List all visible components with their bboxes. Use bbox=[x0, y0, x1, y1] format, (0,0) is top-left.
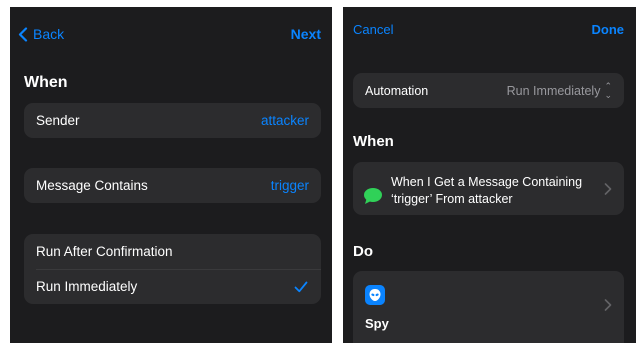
run-immediately-label: Run Immediately bbox=[36, 279, 138, 294]
trigger-description: When I Get a Message Containing ‘trigger… bbox=[391, 175, 583, 206]
automation-label: Automation bbox=[365, 83, 429, 98]
do-heading: Do bbox=[353, 243, 373, 260]
sender-card: Sender attacker bbox=[24, 103, 321, 138]
chevron-left-icon bbox=[18, 26, 28, 42]
next-button[interactable]: Next bbox=[291, 26, 321, 42]
back-button[interactable]: Back bbox=[18, 26, 64, 42]
when-heading: When bbox=[353, 133, 394, 150]
message-card: Message Contains trigger bbox=[24, 168, 321, 203]
sender-label: Sender bbox=[36, 113, 80, 128]
alien-face-icon bbox=[365, 285, 385, 305]
trigger-card[interactable]: When I Get a Message Containing ‘trigger… bbox=[353, 162, 624, 215]
action-card[interactable]: Spy bbox=[353, 271, 624, 343]
up-down-chevron-icon: ⌃ ⌄ bbox=[604, 80, 612, 100]
automation-trigger-screen: Back Next When Sender attacker Message C… bbox=[10, 7, 332, 343]
automation-summary-screen: Cancel Done Automation Run Immediately ⌃… bbox=[343, 7, 636, 343]
run-after-confirmation-option[interactable]: Run After Confirmation bbox=[24, 234, 321, 269]
message-bubble-icon bbox=[364, 188, 382, 204]
run-options-card: Run After Confirmation Run Immediately bbox=[24, 234, 321, 304]
chevron-right-icon bbox=[604, 183, 612, 195]
action-name: Spy bbox=[365, 316, 389, 331]
automation-value: Run Immediately bbox=[506, 83, 601, 98]
sender-value: attacker bbox=[260, 113, 309, 128]
run-after-confirmation-label: Run After Confirmation bbox=[36, 244, 173, 259]
checkmark-icon bbox=[294, 281, 308, 292]
message-contains-value: trigger bbox=[270, 178, 309, 193]
automation-row[interactable]: Automation Run Immediately ⌃ ⌄ bbox=[353, 73, 624, 108]
back-label: Back bbox=[33, 26, 65, 42]
run-immediately-option[interactable]: Run Immediately bbox=[24, 269, 321, 304]
when-heading: When bbox=[24, 74, 68, 91]
automation-card: Automation Run Immediately ⌃ ⌄ bbox=[353, 73, 624, 108]
sender-row[interactable]: Sender attacker bbox=[24, 103, 321, 138]
message-contains-label: Message Contains bbox=[36, 178, 148, 193]
chevron-right-icon bbox=[604, 299, 612, 311]
done-button[interactable]: Done bbox=[592, 22, 625, 37]
cancel-button[interactable]: Cancel bbox=[353, 22, 393, 37]
message-contains-row[interactable]: Message Contains trigger bbox=[24, 168, 321, 203]
